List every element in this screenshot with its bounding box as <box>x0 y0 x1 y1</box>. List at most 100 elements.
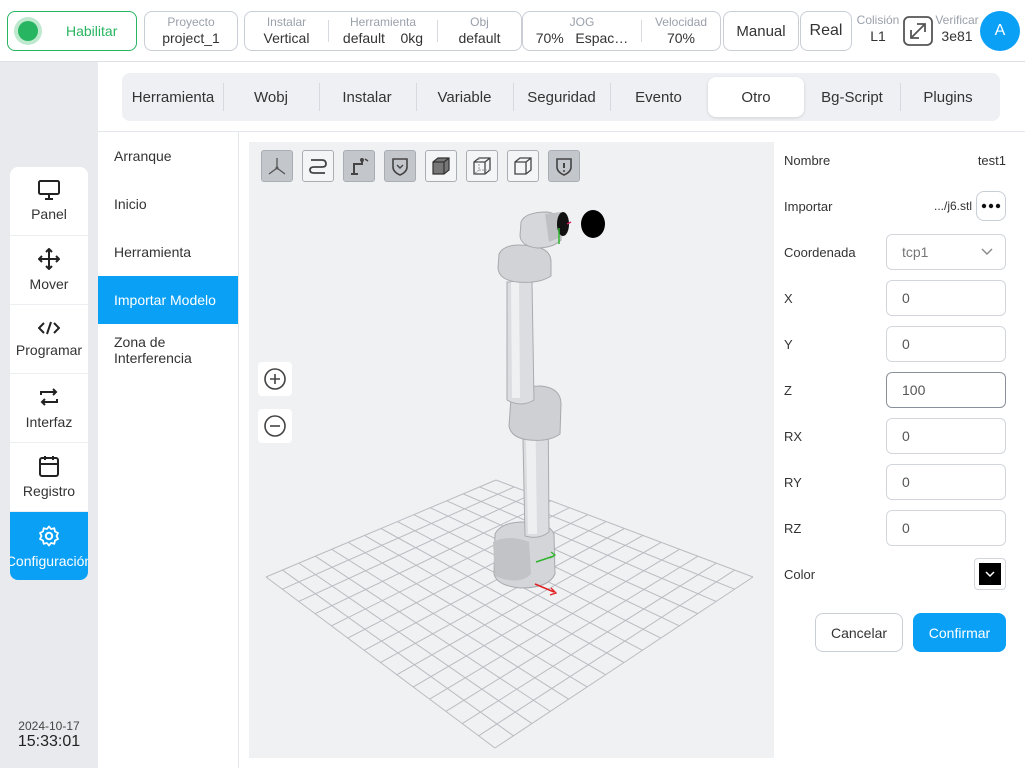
speed-value: 70% <box>666 29 696 46</box>
main-nav: Panel Mover Programar Interfaz Registro … <box>10 167 88 580</box>
nav-label-panel: Panel <box>31 206 67 222</box>
collision-value: L1 <box>870 27 886 44</box>
jog-percent: 70% <box>535 29 564 46</box>
jog-mode: Espac… <box>575 29 629 46</box>
browse-file-button[interactable] <box>976 191 1006 221</box>
nav-item-interfaz[interactable]: Interfaz <box>10 374 88 443</box>
axes-view-icon[interactable] <box>261 150 293 182</box>
coordinate-value: tcp1 <box>902 244 929 260</box>
cube-wire-icon[interactable] <box>466 150 498 182</box>
tool-weight: 0kg <box>400 29 424 46</box>
tab-plugins[interactable]: Plugins <box>900 77 996 117</box>
calendar-icon <box>39 456 59 477</box>
import-file-value: .../j6.stl <box>933 199 972 213</box>
divider <box>238 132 239 768</box>
submenu-item-inicio[interactable]: Inicio <box>98 180 238 228</box>
chevron-down-icon <box>985 570 995 577</box>
monitor-icon <box>38 180 60 200</box>
time-text: 15:33:01 <box>17 733 81 751</box>
nav-item-configuracion[interactable]: Configuración <box>10 512 88 580</box>
verify-status[interactable]: Verificar 3e81 <box>934 13 980 44</box>
nav-item-registro[interactable]: Registro <box>10 443 88 512</box>
ry-input[interactable]: 0 <box>886 464 1006 500</box>
submenu-item-herramienta[interactable]: Herramienta <box>98 228 238 276</box>
install-tool-obj-group[interactable]: Instalar Vertical Herramienta default 0k… <box>244 11 522 51</box>
shield-icon[interactable] <box>384 150 416 182</box>
tool-value: default 0kg <box>343 30 423 46</box>
move-arrows-icon <box>38 248 60 270</box>
robot-arm <box>493 210 605 596</box>
zoom-out-icon[interactable] <box>258 409 292 443</box>
install-label: Instalar <box>266 15 307 30</box>
tab-wobj[interactable]: Wobj <box>224 77 318 117</box>
tab-evento[interactable]: Evento <box>610 77 707 117</box>
status-indicator-icon <box>18 21 38 41</box>
enable-label: Habilitar <box>66 23 118 39</box>
floor-grid <box>265 479 754 749</box>
rx-label: RX <box>784 429 803 444</box>
3d-viewport[interactable] <box>249 142 774 758</box>
tab-variable[interactable]: Variable <box>416 77 513 117</box>
nav-item-mover[interactable]: Mover <box>10 236 88 305</box>
color-label: Color <box>784 567 816 582</box>
tab-herramienta[interactable]: Herramienta <box>126 77 220 117</box>
project-value: project_1 <box>162 29 220 46</box>
code-icon <box>38 321 60 335</box>
coordinate-select[interactable]: tcp1 <box>886 234 1006 270</box>
expand-icon[interactable] <box>903 16 933 46</box>
robot-arm-icon[interactable] <box>343 150 375 182</box>
submenu-item-arranque[interactable]: Arranque <box>98 132 238 180</box>
tab-bg-script[interactable]: Bg-Script <box>804 77 900 117</box>
nav-label-mover: Mover <box>29 276 69 292</box>
nav-label-interfaz: Interfaz <box>25 414 73 430</box>
gear-icon <box>39 525 59 546</box>
path-icon[interactable] <box>302 150 334 182</box>
speed-label: Velocidad <box>654 15 708 30</box>
submenu-item-zona-interferencia[interactable]: Zona de Interferencia <box>98 326 226 374</box>
nav-item-panel[interactable]: Panel <box>10 167 88 236</box>
tab-seguridad[interactable]: Seguridad <box>513 77 610 117</box>
coordinate-label: Coordenada <box>784 245 856 260</box>
shield-alert-icon[interactable] <box>548 150 580 182</box>
tab-otro[interactable]: Otro <box>708 77 804 117</box>
manual-mode-button[interactable]: Manual <box>723 11 799 51</box>
robot-scene <box>265 210 754 749</box>
y-input[interactable]: 0 <box>886 326 1006 362</box>
z-input[interactable]: 100 <box>886 372 1006 408</box>
name-label: Nombre <box>784 153 831 168</box>
collision-label: Colisión <box>856 13 900 27</box>
cube-solid-icon[interactable] <box>425 150 457 182</box>
clock: 2024-10-17 15:33:01 <box>0 719 98 751</box>
nav-label-programar: Programar <box>15 342 83 358</box>
name-value: test1 <box>977 153 1006 168</box>
submenu-item-importar-modelo[interactable]: Importar Modelo <box>98 276 238 324</box>
project-selector[interactable]: Proyecto project_1 <box>144 11 238 51</box>
avatar[interactable]: A <box>980 11 1020 51</box>
collision-status[interactable]: Colisión L1 <box>855 13 901 44</box>
x-input[interactable]: 0 <box>886 280 1006 316</box>
more-dots-icon <box>981 203 1001 209</box>
zoom-in-icon[interactable] <box>258 362 292 396</box>
rx-input[interactable]: 0 <box>886 418 1006 454</box>
nav-label-registro: Registro <box>22 483 76 499</box>
tool-label: Herramienta <box>349 15 417 30</box>
date-text: 2024-10-17 <box>18 719 80 733</box>
jog-label: JOG <box>569 15 595 30</box>
settings-tabbar: Herramienta Wobj Instalar Variable Segur… <box>122 73 1000 121</box>
tab-instalar[interactable]: Instalar <box>320 77 414 117</box>
project-label: Proyecto <box>167 15 215 30</box>
color-picker[interactable] <box>974 558 1006 590</box>
jog-speed-group[interactable]: JOG 70% Espac… Velocidad 70% <box>522 11 721 51</box>
tool-name: default <box>342 29 385 46</box>
cube-outline-icon[interactable] <box>507 150 539 182</box>
nav-item-programar[interactable]: Programar <box>10 305 88 374</box>
confirm-button[interactable]: Confirmar <box>913 613 1006 652</box>
y-label: Y <box>784 337 793 352</box>
top-status-bar: Habilitar Proyecto project_1 Instalar Ve… <box>0 0 1025 62</box>
enable-button[interactable]: Habilitar <box>7 11 137 51</box>
cancel-button[interactable]: Cancelar <box>815 613 903 652</box>
real-mode-button[interactable]: Real <box>800 11 852 51</box>
rz-input[interactable]: 0 <box>886 510 1006 546</box>
chevron-down-icon <box>981 248 993 255</box>
verify-label: Verificar <box>935 13 979 27</box>
